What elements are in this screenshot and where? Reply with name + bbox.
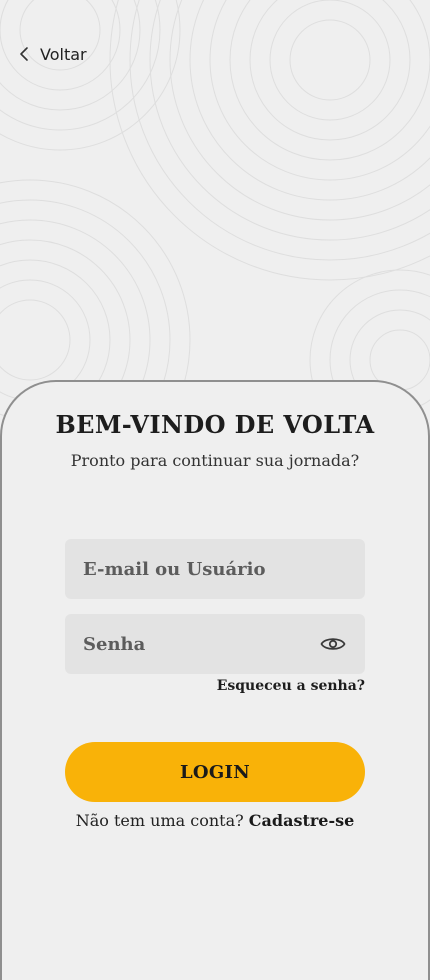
password-field[interactable]	[65, 614, 365, 674]
signup-link[interactable]: Cadastre-se	[249, 811, 355, 830]
login-button[interactable]: LOGIN	[65, 742, 365, 802]
chevron-left-icon	[20, 47, 28, 61]
email-input[interactable]	[83, 539, 347, 599]
page-subtitle: Pronto para continuar sua jornada?	[70, 451, 360, 470]
signup-prompt-text: Não tem uma conta?	[75, 811, 244, 830]
email-field[interactable]	[65, 539, 365, 599]
forgot-password-link[interactable]: Esqueceu a senha?	[217, 678, 365, 694]
page-title: BEM-VINDO DE VOLTA	[55, 410, 375, 439]
signup-prompt: Não tem uma conta? Cadastre-se	[0, 811, 430, 830]
show-password-button[interactable]	[319, 630, 347, 658]
login-card	[0, 380, 430, 980]
password-input[interactable]	[83, 614, 319, 674]
back-button[interactable]: Voltar	[18, 42, 87, 66]
eye-icon	[320, 638, 346, 650]
back-label: Voltar	[40, 44, 87, 64]
